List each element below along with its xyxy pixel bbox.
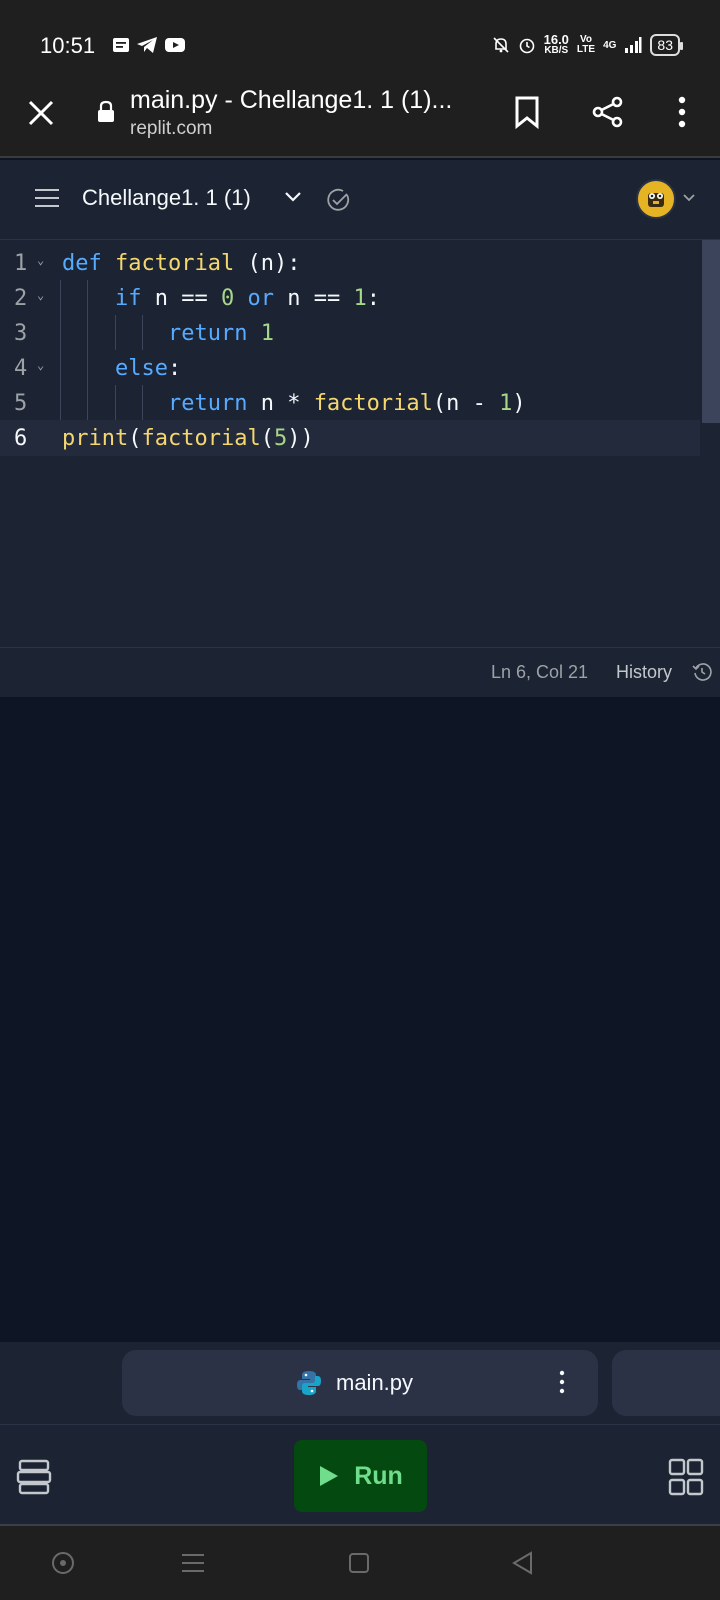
home-button[interactable] xyxy=(344,1548,374,1578)
repl-header: Chellange1. 1 (1) xyxy=(0,160,720,240)
recents-lines-icon xyxy=(182,1554,204,1572)
code-editor[interactable]: 1 ⌄ def factorial (n): 2 ⌄ if n == 0 or … xyxy=(0,240,720,647)
history-button[interactable]: History xyxy=(616,662,672,683)
user-avatar[interactable] xyxy=(636,179,676,219)
fold-chevron-icon[interactable]: ⌄ xyxy=(37,358,44,372)
bookmark-button[interactable] xyxy=(507,92,547,132)
run-button[interactable]: Run xyxy=(294,1440,427,1512)
menu-button[interactable] xyxy=(34,187,60,209)
code-line[interactable]: 4 ⌄ else: xyxy=(0,350,700,386)
chevron-down-icon[interactable] xyxy=(284,190,302,204)
code-line[interactable]: 1 ⌄ def factorial (n): xyxy=(0,245,700,281)
share-button[interactable] xyxy=(588,92,628,132)
run-label: Run xyxy=(354,1461,403,1490)
close-icon xyxy=(28,100,54,126)
status-bar: 10:51 16.0 KB/S Vo LTE 4G 83 xyxy=(0,0,720,80)
line-number: 1 xyxy=(14,250,28,276)
recents-button[interactable] xyxy=(178,1548,208,1578)
browser-bar: main.py - Chellange1. 1 (1)... replit.co… xyxy=(0,80,720,158)
more-vertical-icon[interactable] xyxy=(558,1370,566,1394)
line-number: 3 xyxy=(14,320,28,346)
home-square-icon xyxy=(349,1553,369,1573)
network-type: 4G xyxy=(603,39,617,51)
volte-indicator: Vo LTE xyxy=(576,34,596,55)
repl-name[interactable]: Chellange1. 1 (1) xyxy=(82,185,251,211)
assistant-icon xyxy=(52,1552,74,1574)
hamburger-menu-icon xyxy=(35,189,59,207)
code-line-active[interactable]: 6 print(factorial(5)) xyxy=(0,420,700,456)
code-text: else: xyxy=(114,355,182,381)
more-options-button[interactable] xyxy=(662,92,702,132)
play-icon xyxy=(320,1466,339,1486)
share-icon xyxy=(592,96,623,128)
editor-status-bar: Ln 6, Col 21 History xyxy=(0,647,720,697)
message-notification-icon xyxy=(113,38,129,52)
assistant-button[interactable] xyxy=(48,1548,78,1578)
code-text: def factorial (n): xyxy=(62,250,301,276)
python-icon xyxy=(297,1371,321,1395)
telegram-icon xyxy=(137,37,157,53)
line-number: 5 xyxy=(14,390,28,416)
more-vertical-icon xyxy=(678,96,686,128)
output-area[interactable] xyxy=(0,697,720,1342)
cursor-position: Ln 6, Col 21 xyxy=(491,662,589,682)
status-time: 10:51 xyxy=(40,33,96,58)
line-number: 2 xyxy=(14,285,28,311)
line-number: 6 xyxy=(14,425,28,451)
back-triangle-icon xyxy=(512,1551,532,1575)
battery-indicator: 83 xyxy=(650,34,683,56)
history-icon[interactable] xyxy=(692,662,712,682)
fold-chevron-icon[interactable]: ⌄ xyxy=(37,253,44,267)
system-nav-bar xyxy=(0,1526,720,1600)
line-number: 4 xyxy=(14,355,28,381)
lock-icon xyxy=(98,100,114,122)
close-tab-button[interactable] xyxy=(24,96,58,130)
page-title[interactable]: main.py - Chellange1. 1 (1)... xyxy=(130,86,452,115)
bookmark-icon xyxy=(515,96,539,129)
fold-chevron-icon[interactable]: ⌄ xyxy=(37,288,44,302)
signal-icon xyxy=(625,37,642,53)
alarm-icon xyxy=(519,38,534,54)
editor-scrollbar[interactable] xyxy=(702,240,720,423)
youtube-icon xyxy=(165,38,185,52)
avatar-image-icon xyxy=(640,183,672,215)
net-speed: 16.0 KB/S xyxy=(543,32,569,56)
file-tabs-bar: main.py xyxy=(0,1342,720,1424)
avatar-chevron-down-icon[interactable] xyxy=(682,193,696,203)
saved-check-icon[interactable] xyxy=(325,187,351,213)
page-domain[interactable]: replit.com xyxy=(130,118,212,140)
file-tab-next[interactable] xyxy=(612,1350,720,1416)
notification-icons xyxy=(112,36,186,54)
mute-bell-icon xyxy=(493,37,509,53)
code-text: print(factorial(5)) xyxy=(62,425,314,451)
code-line[interactable]: 3 return 1 xyxy=(0,315,700,351)
file-tab-main-py[interactable]: main.py xyxy=(122,1350,598,1416)
code-line[interactable]: 5 return n * factorial(n - 1) xyxy=(0,385,700,421)
system-indicators: 16.0 KB/S Vo LTE 4G 83 xyxy=(492,32,683,56)
code-text: return 1 xyxy=(167,320,274,346)
file-tab-label: main.py xyxy=(336,1370,414,1395)
code-line[interactable]: 2 ⌄ if n == 0 or n == 1: xyxy=(0,280,700,316)
code-text: if n == 0 or n == 1: xyxy=(114,285,380,311)
back-button[interactable] xyxy=(508,1548,538,1578)
console-layout-icon[interactable] xyxy=(16,1459,52,1495)
code-text: return n * factorial(n - 1) xyxy=(167,390,526,416)
grid-tools-icon[interactable] xyxy=(668,1458,704,1496)
bottom-toolbar: Run xyxy=(0,1424,720,1526)
